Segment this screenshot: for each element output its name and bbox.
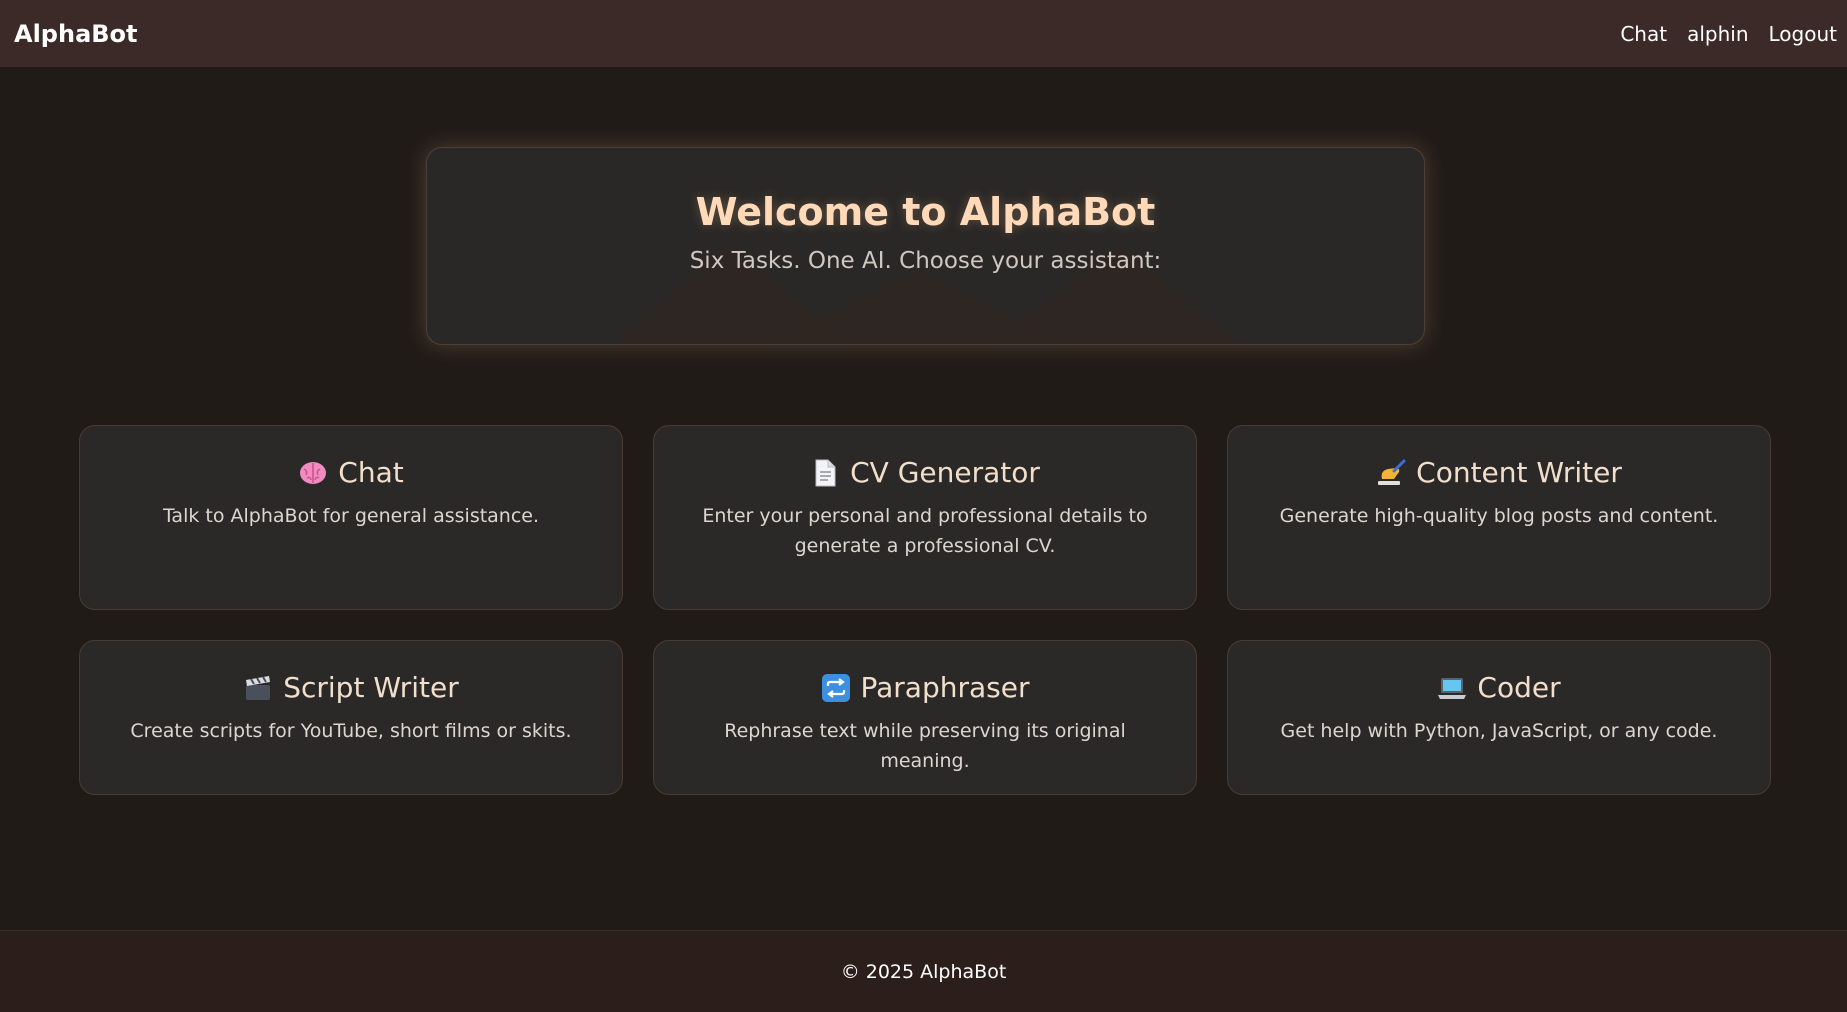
nav-links: Chat alphin Logout [1620,22,1837,46]
document-icon [810,458,840,488]
card-coder[interactable]: Coder Get help with Python, JavaScript, … [1227,640,1771,795]
card-title-text: Content Writer [1416,456,1622,489]
card-content-writer[interactable]: Content Writer Generate high-quality blo… [1227,425,1771,610]
card-description: Enter your personal and professional det… [702,505,1148,557]
card-title-text: Chat [338,456,404,489]
welcome-hero: Welcome to AlphaBot Six Tasks. One AI. C… [426,147,1425,345]
nav-link-username[interactable]: alphin [1687,22,1748,46]
card-title: Script Writer [110,641,592,704]
assistant-cards-grid: Chat Talk to AlphaBot for general assist… [79,425,1771,795]
page-subtitle: Six Tasks. One AI. Choose your assistant… [689,248,1162,274]
card-description: Get help with Python, JavaScript, or any… [1280,720,1718,742]
card-description: Create scripts for YouTube, short films … [130,720,572,742]
navbar: AlphaBot Chat alphin Logout [0,0,1847,67]
footer-copyright: © 2025 AlphaBot [840,960,1007,983]
nav-link-logout[interactable]: Logout [1769,22,1837,46]
brain-icon [298,458,328,488]
card-title-text: CV Generator [850,456,1040,489]
footer: © 2025 AlphaBot [0,930,1847,1012]
card-description: Talk to AlphaBot for general assistance. [162,505,540,527]
card-script-writer[interactable]: Script Writer Create scripts for YouTube… [79,640,623,795]
brand-link[interactable]: AlphaBot [14,20,138,48]
nav-link-chat[interactable]: Chat [1620,22,1667,46]
card-title: Paraphraser [684,641,1166,704]
laptop-icon [1437,673,1467,703]
card-title: Content Writer [1258,426,1740,489]
clapper-board-icon [243,673,273,703]
card-title: CV Generator [684,426,1166,489]
card-title: Chat [110,426,592,489]
card-chat[interactable]: Chat Talk to AlphaBot for general assist… [79,425,623,610]
page-title: Welcome to AlphaBot [695,190,1156,234]
card-title-text: Paraphraser [860,671,1030,704]
card-description: Rephrase text while preserving its origi… [724,720,1126,772]
card-cv-generator[interactable]: CV Generator Enter your personal and pro… [653,425,1197,610]
card-title-text: Coder [1477,671,1561,704]
repeat-arrows-icon [821,673,851,703]
writing-hand-icon [1376,458,1406,488]
card-title-text: Script Writer [283,671,459,704]
card-description: Generate high-quality blog posts and con… [1279,505,1719,527]
card-title: Coder [1258,641,1740,704]
card-paraphraser[interactable]: Paraphraser Rephrase text while preservi… [653,640,1197,795]
